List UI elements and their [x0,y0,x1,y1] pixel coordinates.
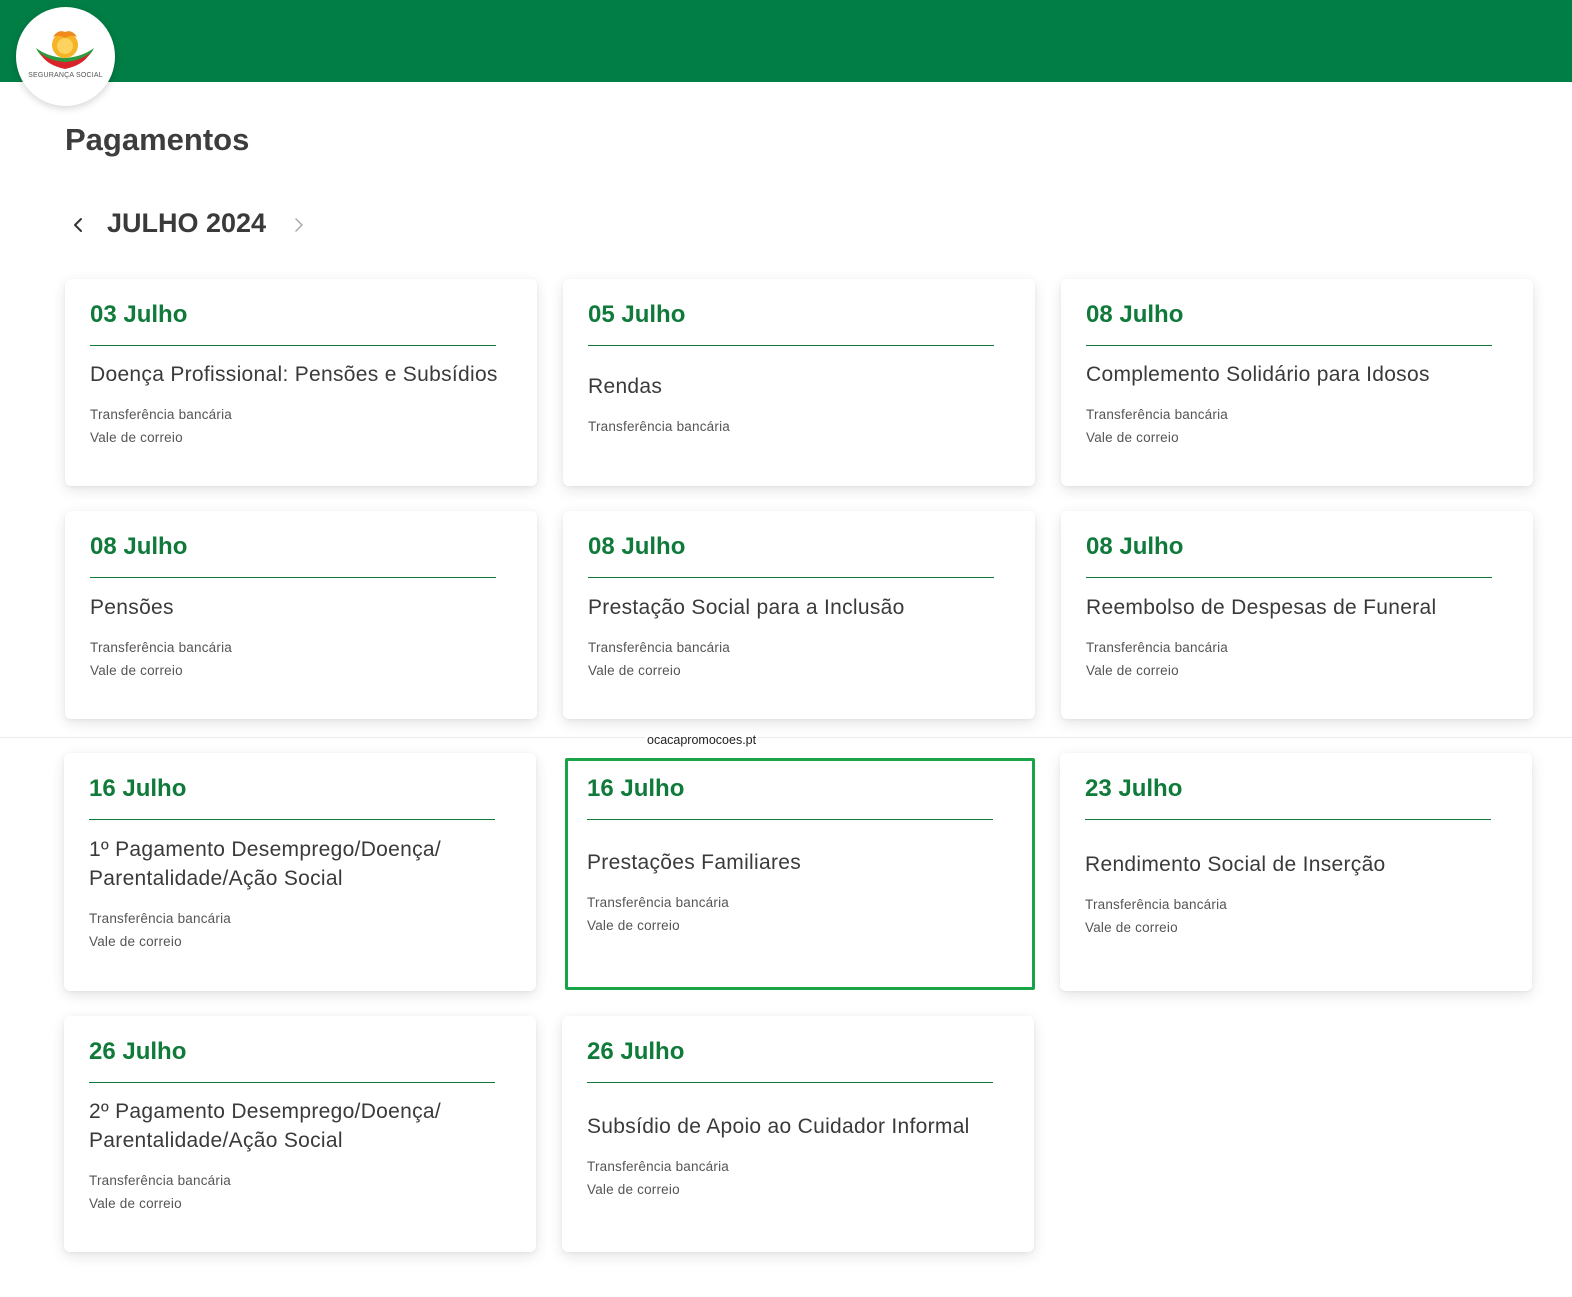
payment-method: Vale de correio [89,934,182,949]
payment-method: Transferência bancária [1086,407,1228,422]
payment-title: Reembolso de Despesas de Funeral [1086,595,1437,619]
payment-method: Vale de correio [587,917,680,933]
payment-title: Complemento Solidário para Idosos [1086,363,1430,386]
card-body: Doença Profissional: Pensões e Subsídios… [90,347,507,462]
payment-date: 08 Julho [588,533,686,560]
payment-card[interactable]: 16 Julho 1º Pagamento Desemprego/Doença/ … [64,753,536,991]
card-divider [587,1082,993,1083]
card-divider [90,345,496,346]
card-divider [89,1082,495,1083]
payment-method: Transferência bancária [588,418,730,434]
payment-card[interactable]: 23 Julho Rendimento Social de Inserção Tra… [1060,753,1532,991]
payment-date: 16 Julho [89,775,187,802]
payment-method: Vale de correio [90,430,183,445]
card-divider [588,345,994,346]
payment-date: 26 Julho [89,1038,187,1065]
card-divider [587,819,993,820]
payment-methods: Transferência bancária Vale de correio [1086,403,1503,449]
payment-method: Transferência bancária [1086,639,1228,655]
payment-methods: Transferência bancária Vale de correio [1085,893,1502,939]
card-body: Subsídio de Apoio ao Cuidador Informal Tr… [587,1084,1004,1228]
seguranca-social-logo[interactable]: SEGURANÇA SOCIAL [16,7,115,106]
payment-date: 05 Julho [588,301,686,328]
payment-methods: Transferência bancária Vale de correio [90,403,507,449]
card-body: 2º Pagamento Desemprego/Doença/ Parental… [89,1084,506,1228]
payment-method: Vale de correio [588,662,681,678]
payment-method: Transferência bancária [1085,896,1227,912]
card-divider [588,577,994,578]
payment-title: Prestação Social para a Inclusão [588,595,905,619]
payment-date: 16 Julho [587,775,685,802]
payment-date: 26 Julho [587,1038,685,1065]
payment-methods: Transferência bancária Vale de correio [588,636,1005,682]
payment-method: Transferência bancária [90,407,232,422]
payment-date: 23 Julho [1085,775,1183,802]
payment-card[interactable]: 08 Julho Prestação Social para a Inclusão… [563,511,1035,719]
payment-method: Transferência bancária [588,639,730,655]
card-body: Rendas Transferência bancária [588,347,1005,462]
card-body: Reembolso de Despesas de Funeral Transfer… [1086,579,1503,695]
card-body: Pensões Transferência bancária Vale de cor… [90,579,507,695]
payment-title: Rendimento Social de Inserção [1085,852,1386,876]
payment-title: Rendas [588,374,663,398]
payment-method: Vale de correio [90,662,183,678]
payment-methods: Transferência bancária Vale de correio [89,1169,506,1215]
payment-date: 08 Julho [1086,533,1184,560]
card-divider [89,819,495,820]
payment-date: 03 Julho [90,301,188,328]
payment-title: Doença Profissional: Pensões e Subsídios [90,363,498,386]
logo-emblem-icon [36,31,94,69]
payment-card[interactable]: 26 Julho Subsídio de Apoio ao Cuidador In… [562,1016,1034,1252]
payment-methods: Transferência bancária Vale de correio [1086,636,1503,682]
card-body: Complemento Solidário para Idosos Transfe… [1086,347,1503,462]
payment-card[interactable]: 08 Julho Complemento Solidário para Idoso… [1061,279,1533,486]
payment-title: Pensões [90,595,174,619]
payment-card[interactable]: 05 Julho Rendas Transferência bancária [563,279,1035,486]
payment-method: Vale de correio [1086,662,1179,678]
payment-card[interactable]: 08 Julho Reembolso de Despesas de Funeral… [1061,511,1533,719]
card-divider [90,577,496,578]
payment-method: Transferência bancária [587,894,729,910]
payment-title: Subsídio de Apoio ao Cuidador Informal [587,1114,970,1138]
payment-method: Transferência bancária [90,639,232,655]
payment-date: 08 Julho [90,533,188,560]
payment-method: Vale de correio [587,1181,680,1197]
payment-card[interactable]: 26 Julho 2º Pagamento Desemprego/Doença/ … [64,1016,536,1252]
logo-text: SEGURANÇA SOCIAL [28,72,103,79]
payment-date: 08 Julho [1086,301,1184,328]
payment-card[interactable]: 03 Julho Doença Profissional: Pensões e S… [65,279,537,486]
card-body: Rendimento Social de Inserção Transferênc… [1085,821,1502,967]
payment-method: Vale de correio [1085,919,1178,935]
payment-method: Transferência bancária [89,911,231,926]
card-body: Prestação Social para a Inclusão Transfer… [588,579,1005,695]
card-divider [1086,345,1492,346]
payment-title: Prestações Familiares [587,850,802,874]
payment-methods: Transferência bancária Vale de correio [587,1155,1004,1201]
payments-grid: 03 Julho Doença Profissional: Pensões e S… [0,0,1572,1297]
payment-card[interactable]: 16 Julho Prestações Familiares Transferênc… [565,758,1035,990]
payment-title: 2º Pagamento Desemprego/Doença/ Parental… [89,1100,442,1152]
payment-method: Transferência bancária [587,1158,729,1174]
payment-methods: Transferência bancária Vale de correio [90,636,507,682]
card-body: 1º Pagamento Desemprego/Doença/ Parental… [89,821,506,967]
payment-card[interactable]: 08 Julho Pensões Transferência bancária Val… [65,511,537,719]
card-divider [1086,577,1492,578]
payment-methods: Transferência bancária [588,415,1005,438]
payment-title: 1º Pagamento Desemprego/Doença/ Parental… [89,838,442,890]
card-divider [1085,819,1491,820]
payment-methods: Transferência bancária Vale de correio [89,907,506,953]
payment-method: Vale de correio [1086,430,1179,445]
card-body: Prestações Familiares Transferência bancá… [587,821,1002,963]
payment-methods: Transferência bancária Vale de correio [587,891,1002,937]
payment-method: Transferência bancária [89,1173,231,1188]
payment-method: Vale de correio [89,1196,182,1211]
